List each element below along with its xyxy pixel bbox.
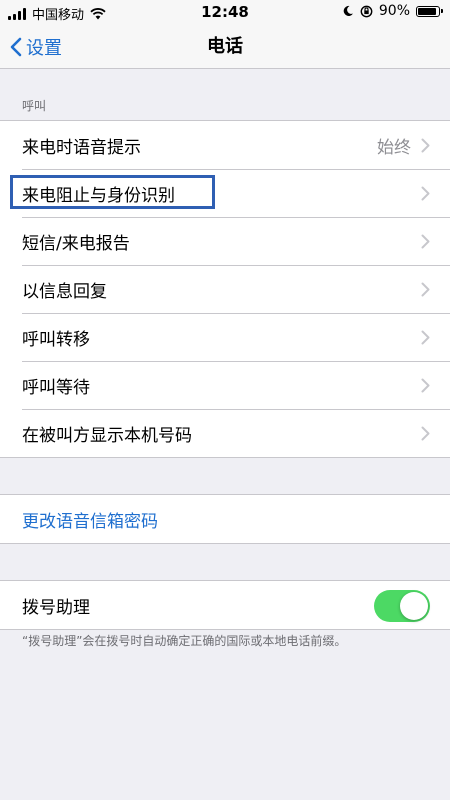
navigation-bar: 设置 电话 xyxy=(0,24,450,69)
chevron-right-icon xyxy=(421,330,430,344)
row-call-waiting[interactable]: 呼叫等待 xyxy=(0,361,450,409)
change-voicemail-password-button[interactable]: 更改语音信箱密码 xyxy=(0,495,450,543)
chevron-right-icon xyxy=(421,186,430,200)
row-label: 短信/来电报告 xyxy=(22,233,130,254)
dial-assist-group: 拨号助理 xyxy=(0,580,450,630)
moon-icon xyxy=(343,5,353,16)
status-bar: 中国移动 12:48 90% xyxy=(0,0,450,24)
chevron-right-icon xyxy=(421,378,430,392)
section-header-calls: 呼叫 xyxy=(22,99,47,113)
chevron-right-icon xyxy=(421,138,430,152)
row-call-blocking[interactable]: 来电阻止与身份识别 xyxy=(0,169,450,217)
row-label: 更改语音信箱密码 xyxy=(22,511,158,532)
row-label: 呼叫等待 xyxy=(22,377,90,398)
chevron-right-icon xyxy=(421,426,430,440)
toggle-knob xyxy=(400,592,428,620)
page-title: 电话 xyxy=(207,36,243,57)
row-label: 呼叫转移 xyxy=(22,329,90,350)
battery-fill xyxy=(418,7,436,15)
row-respond-with-text[interactable]: 以信息回复 xyxy=(0,265,450,313)
calls-settings-group: 来电时语音提示 始终 来电阻止与身份识别 短信/来电报告 以信息回复 呼叫转移 … xyxy=(0,120,450,458)
dial-assist-footer: “拨号助理”会在拨号时自动确定正确的国际或本地电话前缀。 xyxy=(22,634,347,648)
battery-percent: 90% xyxy=(378,3,410,19)
battery-icon xyxy=(416,5,443,17)
row-label: 在被叫方显示本机号码 xyxy=(22,425,192,446)
row-dial-assist: 拨号助理 xyxy=(0,581,450,629)
row-show-caller-id[interactable]: 在被叫方显示本机号码 xyxy=(0,409,450,457)
chevron-right-icon xyxy=(421,234,430,248)
row-call-forwarding[interactable]: 呼叫转移 xyxy=(0,313,450,361)
orientation-lock-icon xyxy=(360,5,373,17)
row-value: 始终 xyxy=(377,137,411,158)
row-sms-call-reporting[interactable]: 短信/来电报告 xyxy=(0,217,450,265)
dial-assist-toggle[interactable] xyxy=(374,590,430,622)
voicemail-group: 更改语音信箱密码 xyxy=(0,494,450,544)
row-announce-calls[interactable]: 来电时语音提示 始终 xyxy=(0,121,450,169)
status-right: 90% xyxy=(342,3,443,19)
row-label: 来电时语音提示 xyxy=(22,137,141,158)
row-label: 来电阻止与身份识别 xyxy=(22,185,175,206)
row-label: 以信息回复 xyxy=(22,281,107,302)
chevron-right-icon xyxy=(421,282,430,296)
